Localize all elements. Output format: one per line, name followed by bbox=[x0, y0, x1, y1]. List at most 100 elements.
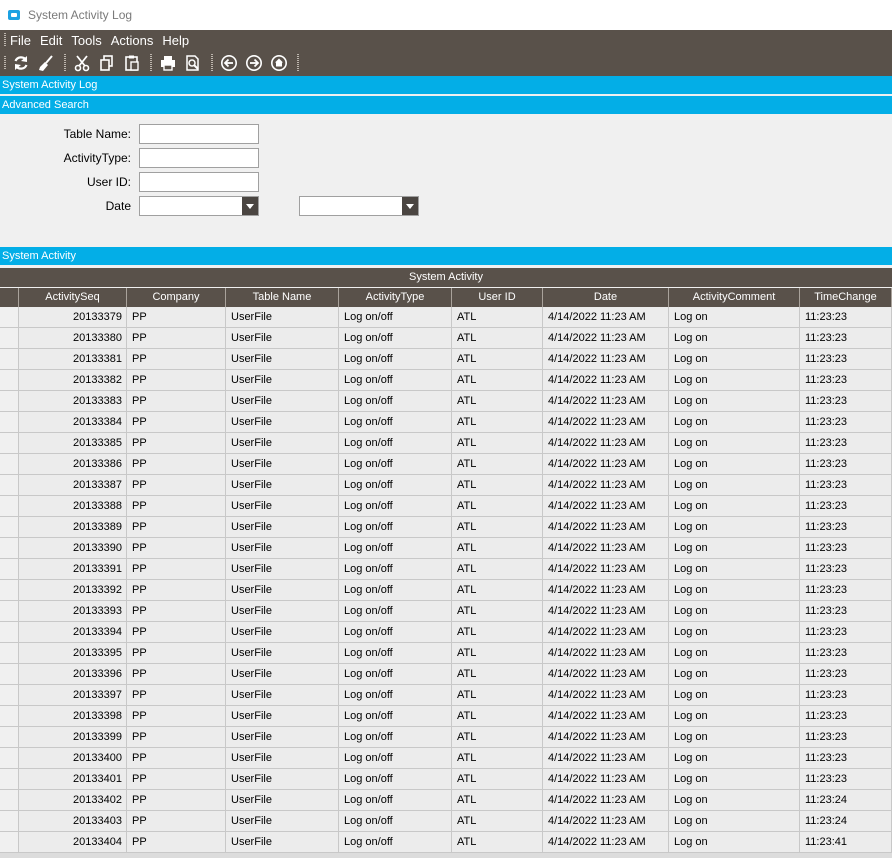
table-cell[interactable]: UserFile bbox=[226, 790, 339, 811]
table-cell[interactable]: ATL bbox=[452, 727, 543, 748]
table-row[interactable]: 20133379 PP UserFile Log on/off ATL 4/14/2022… bbox=[0, 307, 892, 328]
table-cell[interactable]: 11:23:24 bbox=[800, 790, 892, 811]
table-cell[interactable]: Log on/off bbox=[339, 790, 452, 811]
table-cell[interactable]: 4/14/2022 11:23 AM bbox=[543, 391, 669, 412]
table-row[interactable]: 20133394 PP UserFile Log on/off ATL 4/14/2022… bbox=[0, 622, 892, 643]
table-row[interactable]: 20133380 PP UserFile Log on/off ATL 4/14/2022… bbox=[0, 328, 892, 349]
row-selector[interactable] bbox=[0, 664, 19, 685]
row-selector[interactable] bbox=[0, 412, 19, 433]
back-button[interactable] bbox=[218, 52, 240, 74]
table-cell[interactable]: ATL bbox=[452, 748, 543, 769]
table-cell[interactable]: ATL bbox=[452, 370, 543, 391]
table-cell[interactable]: 4/14/2022 11:23 AM bbox=[543, 769, 669, 790]
table-cell[interactable]: 20133397 bbox=[19, 685, 127, 706]
table-cell[interactable]: ATL bbox=[452, 559, 543, 580]
table-cell[interactable]: ATL bbox=[452, 580, 543, 601]
table-cell[interactable]: ATL bbox=[452, 517, 543, 538]
table-cell[interactable]: 11:23:23 bbox=[800, 307, 892, 328]
table-cell[interactable]: 4/14/2022 11:23 AM bbox=[543, 706, 669, 727]
row-selector[interactable] bbox=[0, 538, 19, 559]
date-to-select[interactable] bbox=[299, 196, 419, 216]
table-cell[interactable]: 4/14/2022 11:23 AM bbox=[543, 538, 669, 559]
row-selector[interactable] bbox=[0, 496, 19, 517]
row-selector[interactable] bbox=[0, 391, 19, 412]
table-cell[interactable]: 11:23:23 bbox=[800, 391, 892, 412]
table-cell[interactable]: 11:23:24 bbox=[800, 811, 892, 832]
table-cell[interactable]: PP bbox=[127, 811, 226, 832]
table-row[interactable]: 20133390 PP UserFile Log on/off ATL 4/14/2022… bbox=[0, 538, 892, 559]
table-cell[interactable]: PP bbox=[127, 643, 226, 664]
table-cell[interactable]: 11:23:23 bbox=[800, 769, 892, 790]
table-cell[interactable]: ATL bbox=[452, 433, 543, 454]
table-cell[interactable]: Log on/off bbox=[339, 685, 452, 706]
home-button[interactable] bbox=[268, 52, 290, 74]
table-cell[interactable]: UserFile bbox=[226, 496, 339, 517]
table-cell[interactable]: Log on bbox=[669, 370, 800, 391]
row-selector[interactable] bbox=[0, 811, 19, 832]
table-cell[interactable]: Log on/off bbox=[339, 832, 452, 853]
table-cell[interactable]: Log on bbox=[669, 685, 800, 706]
forward-button[interactable] bbox=[243, 52, 265, 74]
table-cell[interactable]: Log on/off bbox=[339, 811, 452, 832]
table-cell[interactable]: Log on bbox=[669, 706, 800, 727]
table-cell[interactable]: 20133393 bbox=[19, 601, 127, 622]
table-row[interactable]: 20133395 PP UserFile Log on/off ATL 4/14/2022… bbox=[0, 643, 892, 664]
clear-button[interactable] bbox=[35, 52, 57, 74]
table-cell[interactable]: 4/14/2022 11:23 AM bbox=[543, 475, 669, 496]
row-selector[interactable] bbox=[0, 748, 19, 769]
table-cell[interactable]: ATL bbox=[452, 391, 543, 412]
print-preview-button[interactable] bbox=[182, 52, 204, 74]
table-cell[interactable]: 11:23:23 bbox=[800, 664, 892, 685]
row-selector[interactable] bbox=[0, 706, 19, 727]
table-cell[interactable]: 4/14/2022 11:23 AM bbox=[543, 601, 669, 622]
table-cell[interactable]: Log on bbox=[669, 454, 800, 475]
table-cell[interactable]: ATL bbox=[452, 706, 543, 727]
table-cell[interactable]: PP bbox=[127, 517, 226, 538]
table-cell[interactable]: 4/14/2022 11:23 AM bbox=[543, 832, 669, 853]
user-id-input[interactable] bbox=[139, 172, 259, 192]
table-cell[interactable]: Log on bbox=[669, 391, 800, 412]
table-cell[interactable]: 20133385 bbox=[19, 433, 127, 454]
table-cell[interactable]: Log on/off bbox=[339, 307, 452, 328]
table-cell[interactable]: 11:23:23 bbox=[800, 685, 892, 706]
table-cell[interactable]: 11:23:23 bbox=[800, 475, 892, 496]
column-header-activityseq[interactable]: ActivitySeq bbox=[19, 288, 127, 307]
table-cell[interactable]: 11:23:23 bbox=[800, 643, 892, 664]
table-row[interactable]: 20133396 PP UserFile Log on/off ATL 4/14/2022… bbox=[0, 664, 892, 685]
table-cell[interactable]: Log on/off bbox=[339, 601, 452, 622]
table-cell[interactable]: 20133386 bbox=[19, 454, 127, 475]
table-cell[interactable]: 20133399 bbox=[19, 727, 127, 748]
row-selector[interactable] bbox=[0, 832, 19, 853]
table-cell[interactable]: 4/14/2022 11:23 AM bbox=[543, 559, 669, 580]
table-cell[interactable]: 4/14/2022 11:23 AM bbox=[543, 622, 669, 643]
table-cell[interactable]: 20133379 bbox=[19, 307, 127, 328]
table-cell[interactable]: Log on bbox=[669, 559, 800, 580]
table-cell[interactable]: 20133390 bbox=[19, 538, 127, 559]
table-cell[interactable]: UserFile bbox=[226, 433, 339, 454]
table-cell[interactable]: UserFile bbox=[226, 538, 339, 559]
table-cell[interactable]: 11:23:23 bbox=[800, 370, 892, 391]
table-cell[interactable]: Log on bbox=[669, 748, 800, 769]
table-cell[interactable]: Log on/off bbox=[339, 412, 452, 433]
table-cell[interactable]: Log on/off bbox=[339, 517, 452, 538]
table-cell[interactable]: Log on bbox=[669, 412, 800, 433]
table-cell[interactable]: PP bbox=[127, 622, 226, 643]
table-cell[interactable]: 4/14/2022 11:23 AM bbox=[543, 517, 669, 538]
table-cell[interactable]: PP bbox=[127, 685, 226, 706]
table-row[interactable]: 20133382 PP UserFile Log on/off ATL 4/14/2022… bbox=[0, 370, 892, 391]
toolbar-grip[interactable] bbox=[4, 56, 6, 70]
table-cell[interactable]: UserFile bbox=[226, 706, 339, 727]
table-cell[interactable]: ATL bbox=[452, 349, 543, 370]
table-cell[interactable]: PP bbox=[127, 391, 226, 412]
table-cell[interactable]: 4/14/2022 11:23 AM bbox=[543, 748, 669, 769]
table-cell[interactable]: PP bbox=[127, 769, 226, 790]
table-cell[interactable]: UserFile bbox=[226, 811, 339, 832]
table-cell[interactable]: Log on bbox=[669, 727, 800, 748]
copy-button[interactable] bbox=[96, 52, 118, 74]
table-cell[interactable]: Log on bbox=[669, 580, 800, 601]
date-from-select[interactable] bbox=[139, 196, 259, 216]
table-row[interactable]: 20133383 PP UserFile Log on/off ATL 4/14/2022… bbox=[0, 391, 892, 412]
column-header-table-name[interactable]: Table Name bbox=[226, 288, 339, 307]
table-cell[interactable]: 4/14/2022 11:23 AM bbox=[543, 307, 669, 328]
table-cell[interactable]: Log on bbox=[669, 643, 800, 664]
